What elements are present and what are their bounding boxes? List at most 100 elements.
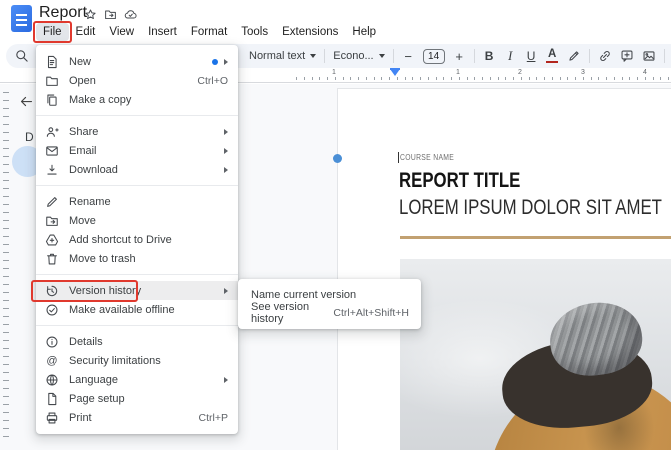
font-size-input[interactable]: 14 — [422, 48, 445, 64]
cover-photo[interactable] — [400, 259, 671, 450]
ruler-number: 3 — [581, 69, 585, 76]
text-cursor — [398, 152, 399, 163]
underline-button[interactable]: U — [525, 47, 538, 65]
paragraph-style-select[interactable]: Normal text — [249, 50, 317, 62]
report-subtitle-text: LOREM IPSUM DOLOR SIT AMET — [399, 196, 662, 219]
language-icon — [45, 373, 59, 387]
document-title[interactable]: Report — [39, 4, 87, 22]
ruler-tick — [451, 77, 452, 80]
security-icon: @ — [46, 354, 58, 367]
ruler-tick — [559, 77, 561, 80]
font-select[interactable]: Econo... — [333, 50, 385, 62]
ruler-tick — [644, 77, 646, 80]
search-icon[interactable] — [14, 48, 29, 63]
app-header: Report File Edit View Insert Format Tools Exte… — [0, 0, 671, 44]
google-docs-window: D COURSE NAME REPORT TITLE LOREM IPSUM D… — [0, 0, 671, 450]
menubar-item-extensions[interactable]: Extensions — [275, 23, 345, 41]
move-folder-icon[interactable] — [104, 8, 117, 21]
ruler-tick — [319, 77, 321, 80]
menu-item-label: New — [69, 55, 92, 68]
menubar-item-insert[interactable]: Insert — [141, 23, 184, 41]
submenu-item-label: See version history — [251, 301, 310, 325]
menu-item-label: Rename — [69, 195, 111, 208]
download-icon — [45, 163, 59, 177]
menu-item-rename[interactable]: Rename — [36, 192, 238, 211]
ruler-tick — [466, 77, 468, 80]
chevron-down-icon — [310, 54, 317, 58]
decrease-font-size-button[interactable]: − — [402, 47, 415, 65]
menu-item-email[interactable]: Email — [36, 141, 238, 160]
insert-link-icon[interactable] — [598, 49, 612, 63]
highlighter-icon[interactable] — [567, 49, 581, 63]
increase-font-size-button[interactable]: + — [453, 47, 466, 65]
menubar-item-file[interactable]: File — [33, 20, 72, 43]
menu-item-label: Details — [69, 335, 103, 348]
menu-item-details[interactable]: Details — [36, 332, 238, 351]
ruler-tick — [350, 77, 352, 80]
menu-item-move-to-trash[interactable]: Move to trash — [36, 249, 238, 268]
ruler-tick — [613, 77, 615, 80]
ruler-tick — [474, 77, 476, 80]
cloud-saved-icon[interactable] — [124, 8, 137, 21]
menu-item-security-limitations[interactable]: @ Security limitations — [36, 351, 238, 370]
submenu-item-label: Name current version — [251, 289, 357, 301]
ruler-number: 4 — [643, 69, 647, 76]
menu-item-version-history[interactable]: Version history — [31, 279, 238, 302]
ruler-tick — [629, 77, 631, 80]
ruler-tick — [396, 77, 398, 80]
menu-item-add-shortcut-to-drive[interactable]: Add shortcut to Drive — [36, 230, 238, 249]
submenu-item-see-version-history[interactable]: See version history Ctrl+Alt+Shift+H — [238, 301, 421, 325]
move-icon — [45, 214, 59, 228]
insert-image-icon[interactable] — [642, 49, 656, 63]
menu-item-page-setup[interactable]: Page setup — [36, 389, 238, 408]
vertical-ruler — [3, 92, 9, 444]
menu-divider — [36, 185, 238, 186]
add-comment-icon[interactable] — [620, 49, 634, 63]
menu-item-download[interactable]: Download — [36, 160, 238, 179]
menu-item-label: Open — [69, 74, 96, 87]
ruler-tick — [342, 77, 344, 80]
menu-item-shortcut: Ctrl+P — [198, 411, 228, 424]
menu-item-make-a-copy[interactable]: Make a copy — [36, 90, 238, 109]
italic-button[interactable]: I — [504, 47, 517, 65]
offline-check-icon — [45, 303, 59, 317]
star-icon[interactable] — [84, 8, 97, 21]
text-color-swatch — [546, 60, 559, 63]
ruler-tick — [520, 77, 522, 80]
submenu-arrow-icon — [224, 128, 228, 135]
indent-marker-icon[interactable] — [390, 69, 400, 76]
submenu-arrow-icon — [224, 166, 228, 173]
document-page[interactable]: COURSE NAME REPORT TITLE LOREM IPSUM DOL… — [333, 88, 671, 450]
menu-item-open[interactable]: Open Ctrl+O — [36, 71, 238, 90]
menu-item-label: Add shortcut to Drive — [69, 233, 172, 246]
menu-item-label: Make a copy — [69, 93, 132, 106]
menu-item-label: Move — [69, 214, 96, 227]
submenu-arrow-icon — [224, 147, 228, 154]
menubar-item-view[interactable]: View — [102, 23, 141, 41]
docs-logo-icon[interactable] — [11, 5, 32, 32]
menu-item-label: Move to trash — [69, 252, 136, 265]
menu-item-new[interactable]: New — [36, 52, 238, 71]
toolbar-divider — [473, 49, 475, 63]
menubar-item-tools[interactable]: Tools — [234, 23, 275, 41]
collaborator-presence-dot — [333, 154, 342, 163]
menu-item-make-available-offline[interactable]: Make available offline — [36, 300, 238, 319]
menu-item-language[interactable]: Language — [36, 370, 238, 389]
menu-item-move[interactable]: Move — [36, 211, 238, 230]
ruler-tick — [528, 77, 530, 80]
menu-item-print[interactable]: Print Ctrl+P — [36, 408, 238, 427]
menu-item-share[interactable]: Share — [36, 122, 238, 141]
menubar-item-format[interactable]: Format — [184, 23, 234, 41]
menu-item-label: Security limitations — [69, 354, 161, 367]
ruler-tick — [551, 77, 553, 80]
drive-shortcut-icon — [45, 233, 59, 247]
text-color-button[interactable]: A — [546, 47, 559, 65]
ruler-tick — [334, 77, 336, 80]
collapse-panel-arrow-icon[interactable] — [19, 94, 34, 109]
menubar-item-edit[interactable]: Edit — [69, 23, 103, 41]
ruler-tick — [303, 77, 305, 80]
version-history-icon — [45, 284, 59, 298]
menubar-item-help[interactable]: Help — [345, 23, 383, 41]
copy-icon — [45, 93, 59, 107]
bold-button[interactable]: B — [483, 47, 496, 65]
